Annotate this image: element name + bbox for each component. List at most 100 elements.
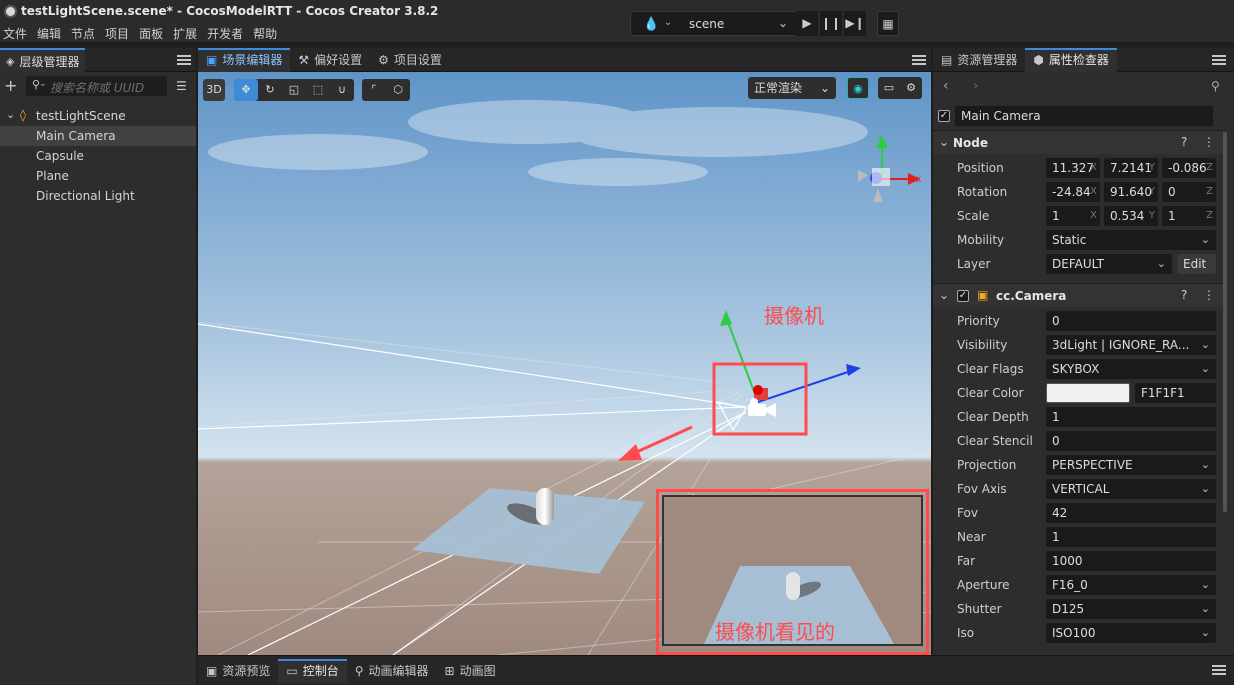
- hierarchy-search-input[interactable]: ⚲ ⌄ 搜索名称或 UUID: [26, 76, 167, 96]
- rotation-y-input[interactable]: 91.640 Y: [1104, 182, 1158, 202]
- pivot-icon[interactable]: ⌜: [362, 79, 386, 101]
- capsule-mesh: [536, 488, 554, 525]
- inspector-scrollbar[interactable]: [1223, 132, 1227, 512]
- more-icon[interactable]: ⋮: [1203, 288, 1215, 302]
- tab-animation-editor[interactable]: ⚲ 动画编辑器: [347, 659, 437, 683]
- tree-item-plane[interactable]: Plane: [0, 166, 196, 186]
- pause-button[interactable]: ❙❙: [820, 11, 842, 36]
- cocos-logo-icon: [4, 5, 17, 18]
- near-input[interactable]: 1: [1046, 527, 1216, 547]
- menu-extension[interactable]: 扩展: [173, 25, 197, 42]
- clear-stencil-input[interactable]: 0: [1046, 431, 1216, 451]
- sort-icon[interactable]: ☰: [176, 79, 187, 93]
- position-y-input[interactable]: 7.2141 Y: [1104, 158, 1158, 178]
- tree-item-main-camera[interactable]: Main Camera: [0, 126, 196, 146]
- more-icon[interactable]: ⋮: [1203, 135, 1215, 149]
- layer-select[interactable]: DEFAULT ⌄: [1046, 254, 1172, 274]
- settings-gear-icon[interactable]: ⚙: [900, 77, 922, 99]
- play-button[interactable]: ▶: [796, 11, 818, 36]
- tab-hierarchy[interactable]: ◈ 层级管理器: [0, 48, 86, 72]
- camera-section-header[interactable]: ⌄ ✓ ▣ cc.Camera ? ⋮: [933, 283, 1223, 307]
- shutter-label: Shutter: [957, 602, 1002, 616]
- menu-node[interactable]: 节点: [71, 25, 95, 42]
- priority-input[interactable]: 0: [1046, 311, 1216, 331]
- edit-layer-button[interactable]: Edit: [1177, 254, 1216, 274]
- scale-y-input[interactable]: 0.534 Y: [1104, 206, 1158, 226]
- back-arrow-icon[interactable]: ‹: [943, 78, 949, 94]
- menu-file[interactable]: 文件: [3, 25, 27, 42]
- collapse-chevron-icon[interactable]: ⌄: [939, 288, 949, 302]
- clear-color-hex-input[interactable]: F1F1F1: [1135, 383, 1216, 403]
- tab-animation-graph[interactable]: ⊞ 动画图: [437, 659, 504, 683]
- aperture-select[interactable]: F16_0 ⌄: [1046, 575, 1216, 595]
- scene-menu-icon[interactable]: [912, 55, 926, 65]
- scene-select[interactable]: 💧 ⌄ scene ⌄: [630, 11, 802, 36]
- tab-preferences[interactable]: ⚒ 偏好设置: [290, 48, 370, 72]
- snap-tool-icon[interactable]: ∪: [330, 79, 354, 101]
- tab-console[interactable]: ▭ 控制台: [278, 658, 347, 683]
- forward-arrow-icon[interactable]: ›: [973, 78, 979, 94]
- node-name-input[interactable]: Main Camera: [955, 106, 1213, 126]
- lightbulb-icon[interactable]: ◉: [847, 77, 869, 99]
- window-title: testLightScene.scene* - CocosModelRTT - …: [21, 4, 439, 18]
- tab-scene-editor[interactable]: ▣ 场景编辑器: [198, 48, 291, 72]
- render-mode-select[interactable]: 正常渲染 ⌄: [748, 77, 836, 99]
- camera-enabled-checkbox[interactable]: ✓: [957, 290, 969, 302]
- tree-item-capsule[interactable]: Capsule: [0, 146, 196, 166]
- move-tool-icon[interactable]: ✥: [234, 79, 258, 101]
- expand-chevron-icon[interactable]: ⌄: [6, 108, 15, 121]
- tab-assets[interactable]: ▤ 资源管理器: [933, 48, 1025, 72]
- qrcode-icon[interactable]: ▦: [877, 11, 899, 36]
- tree-item-directional-light[interactable]: Directional Light: [0, 186, 196, 206]
- scale-z-input[interactable]: 1Z: [1162, 206, 1216, 226]
- tab-asset-preview[interactable]: ▣ 资源预览: [198, 659, 278, 683]
- title-bar: testLightScene.scene* - CocosModelRTT - …: [0, 0, 1234, 24]
- collapse-chevron-icon[interactable]: ⌄: [939, 135, 949, 149]
- rotation-z-input[interactable]: 0Z: [1162, 182, 1216, 202]
- step-button[interactable]: ▶❙: [844, 11, 866, 36]
- scale-label: Scale: [957, 209, 990, 223]
- clear-depth-input[interactable]: 1: [1046, 407, 1216, 427]
- camera-component-icon: ▣: [977, 288, 989, 302]
- fov-axis-select[interactable]: VERTICAL ⌄: [1046, 479, 1216, 499]
- projection-select[interactable]: PERSPECTIVE ⌄: [1046, 455, 1216, 475]
- menu-developer[interactable]: 开发者: [207, 25, 243, 42]
- scale-x-value: 1: [1052, 209, 1060, 223]
- rect-tool-icon[interactable]: ⬚: [306, 79, 330, 101]
- position-label: Position: [957, 161, 1004, 175]
- toggle-3d-button[interactable]: 3D: [203, 79, 225, 101]
- camera-settings-icon[interactable]: ▭: [878, 77, 900, 99]
- pin-icon[interactable]: ⚲: [1211, 79, 1220, 93]
- node-section-header[interactable]: ⌄ Node ? ⋮: [933, 130, 1223, 154]
- position-x-input[interactable]: 11.327 X: [1046, 158, 1100, 178]
- menu-project[interactable]: 项目: [105, 25, 129, 42]
- scale-tool-icon[interactable]: ◱: [282, 79, 306, 101]
- far-input[interactable]: 1000: [1046, 551, 1216, 571]
- rotate-tool-icon[interactable]: ↻: [258, 79, 282, 101]
- node-active-checkbox[interactable]: ✓: [938, 110, 950, 122]
- tab-inspector[interactable]: ⬢ 属性检查器: [1025, 48, 1117, 72]
- position-z-input[interactable]: -0.086 Z: [1162, 158, 1216, 178]
- shutter-select[interactable]: D125 ⌄: [1046, 599, 1216, 619]
- tree-root[interactable]: ⌄ ◊ testLightScene: [0, 106, 196, 126]
- inspector-menu-icon[interactable]: [1212, 55, 1226, 65]
- scene-viewport[interactable]: x y 3D ✥ ↻ ◱ ⬚ ∪ ⌜ ⬡ 正常渲染 ⌄ ◉ ▭ ⚙ 摄像机 摄像…: [198, 72, 931, 655]
- help-icon[interactable]: ?: [1181, 288, 1187, 302]
- menu-help[interactable]: 帮助: [253, 25, 277, 42]
- help-icon[interactable]: ?: [1181, 135, 1187, 149]
- iso-select[interactable]: ISO100 ⌄: [1046, 623, 1216, 643]
- clear-color-swatch[interactable]: [1046, 383, 1130, 403]
- visibility-select[interactable]: 3dLight | IGNORE_RA... ⌄: [1046, 335, 1216, 355]
- menu-edit[interactable]: 编辑: [37, 25, 61, 42]
- hierarchy-menu-icon[interactable]: [177, 55, 191, 65]
- add-node-icon[interactable]: +: [4, 78, 17, 94]
- fov-input[interactable]: 42: [1046, 503, 1216, 523]
- clear-flags-select[interactable]: SKYBOX ⌄: [1046, 359, 1216, 379]
- mobility-select[interactable]: Static ⌄: [1046, 230, 1216, 250]
- local-space-icon[interactable]: ⬡: [386, 79, 410, 101]
- rotation-x-input[interactable]: -24.84 X: [1046, 182, 1100, 202]
- menu-panel[interactable]: 面板: [139, 25, 163, 42]
- bottom-menu-icon[interactable]: [1212, 665, 1226, 675]
- tab-project-settings[interactable]: ⚙ 项目设置: [370, 48, 450, 72]
- scale-x-input[interactable]: 1X: [1046, 206, 1100, 226]
